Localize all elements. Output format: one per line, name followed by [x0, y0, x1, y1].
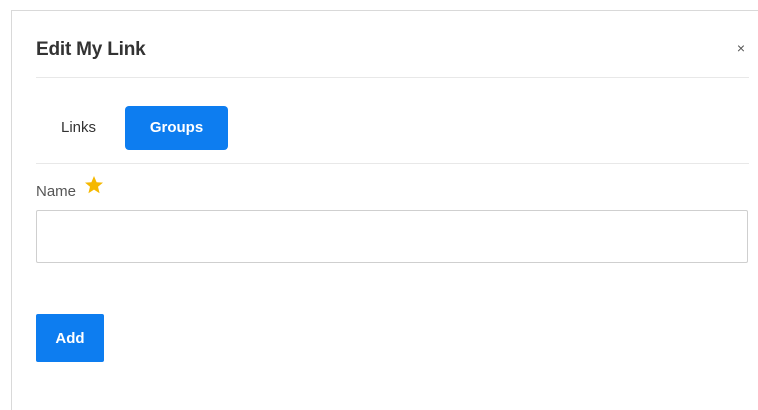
edit-link-modal: Edit My Link × Links Groups Name Add [11, 10, 758, 410]
name-label: Name [36, 183, 77, 200]
close-button[interactable]: × [734, 39, 748, 57]
modal-title: Edit My Link [36, 39, 146, 60]
modal-header: Edit My Link × [12, 11, 758, 77]
header-divider [36, 77, 749, 78]
tab-links[interactable]: Links [36, 106, 121, 150]
name-input[interactable] [36, 210, 748, 263]
add-button[interactable]: Add [36, 314, 104, 362]
tab-groups[interactable]: Groups [125, 106, 228, 150]
star-icon [85, 176, 103, 194]
tabs-divider [36, 163, 749, 164]
